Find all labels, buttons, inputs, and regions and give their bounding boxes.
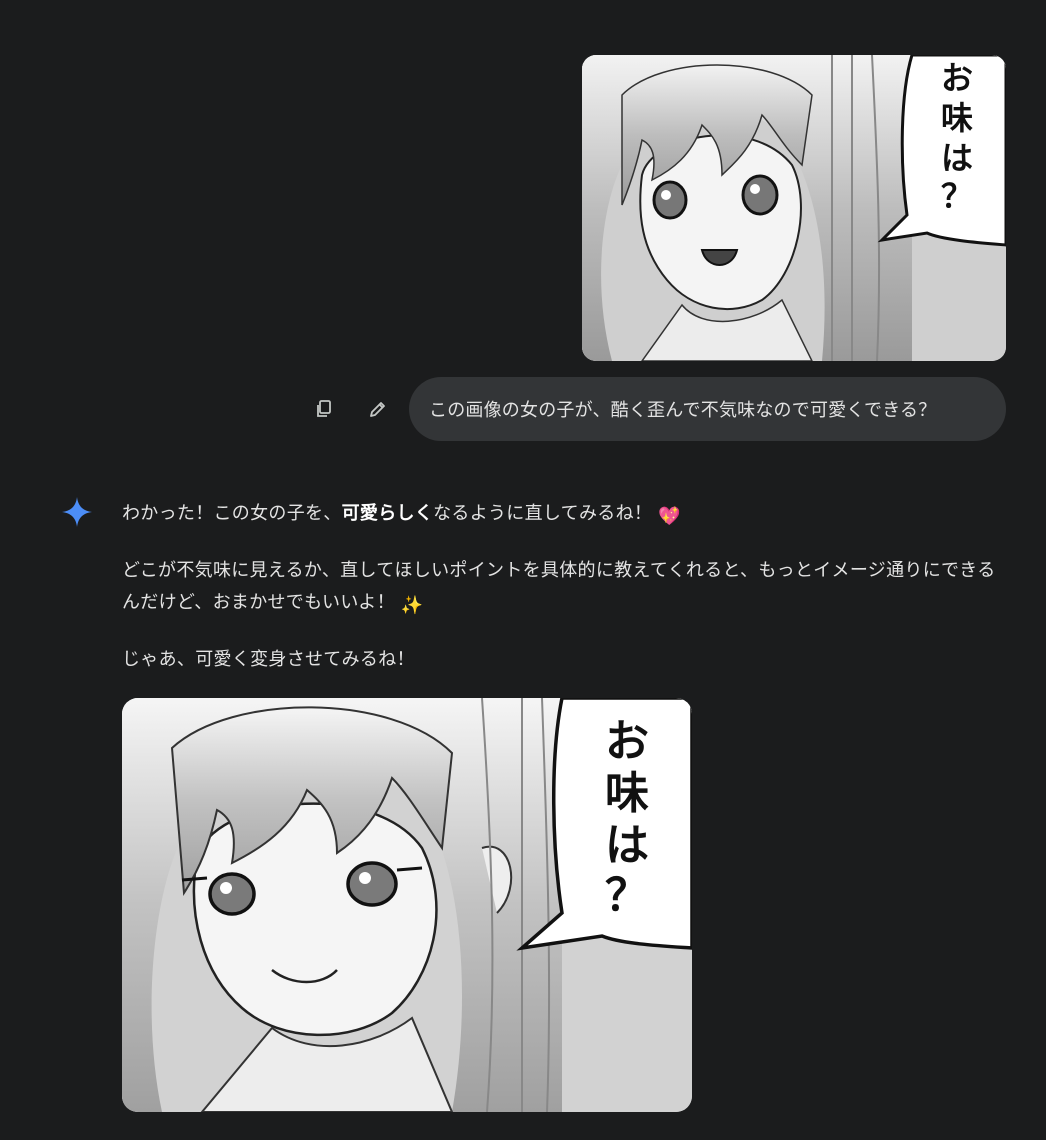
sparkles-emoji-icon: ✨ [400,595,424,616]
model-response: わかった！この女の子を、可愛らしくなるように直してみるね！ 💖 どこが不気味に見え… [122,498,1002,698]
user-uploaded-image[interactable]: お 味 は ？ [582,55,1006,361]
speech-char-2: 味 [605,768,649,819]
speech-char-4: ？ [605,870,649,921]
response-text: わかった！この女の子を、 [122,503,342,524]
model-avatar [61,496,93,528]
user-prompt-bubble: この画像の女の子が、酷く歪んで不気味なので可愛くできる？ [409,377,1006,441]
edit-button[interactable] [362,396,394,422]
manga-girl-illustration: お 味 は ？ [122,698,692,1112]
user-message-actions [308,396,394,422]
heart-emoji-icon: 💖 [658,506,681,527]
pencil-icon [370,402,385,417]
response-text: どこが不気味に見えるか、直してほしいポイントを具体的に教えてくれると、もっとイメ… [122,560,996,613]
speech-char-2: 味 [941,99,973,137]
gemini-sparkle-icon [62,497,92,527]
chat-page: お 味 は ？ この画像の女の子が、酷く歪んで不気味なので可愛くできる？ わかっ… [0,0,1046,1140]
response-text: じゃあ、可愛く変身させてみるね！ [122,649,415,670]
response-paragraph-1: わかった！この女の子を、可愛らしくなるように直してみるね！ 💖 [122,498,1002,533]
speech-char-3: は [605,820,649,871]
speech-char-3: は [941,139,973,177]
response-paragraph-2: どこが不気味に見えるか、直してほしいポイントを具体的に教えてくれると、もっとイメ… [122,555,1002,622]
response-bold-text: 可愛らしく [341,503,434,524]
speech-char-1: お [605,716,649,767]
manga-girl-illustration: お 味 は ？ [582,55,1006,361]
user-prompt-text: この画像の女の子が、酷く歪んで不気味なので可愛くできる？ [429,400,937,421]
response-paragraph-3: じゃあ、可愛く変身させてみるね！ [122,644,1002,676]
speech-char-4: ？ [941,177,973,215]
response-text: なるように直してみるね！ [433,503,653,524]
speech-char-1: お [941,59,973,97]
copy-icon [317,400,331,417]
copy-button[interactable] [308,396,340,422]
generated-image[interactable]: お 味 は ？ [122,698,692,1112]
